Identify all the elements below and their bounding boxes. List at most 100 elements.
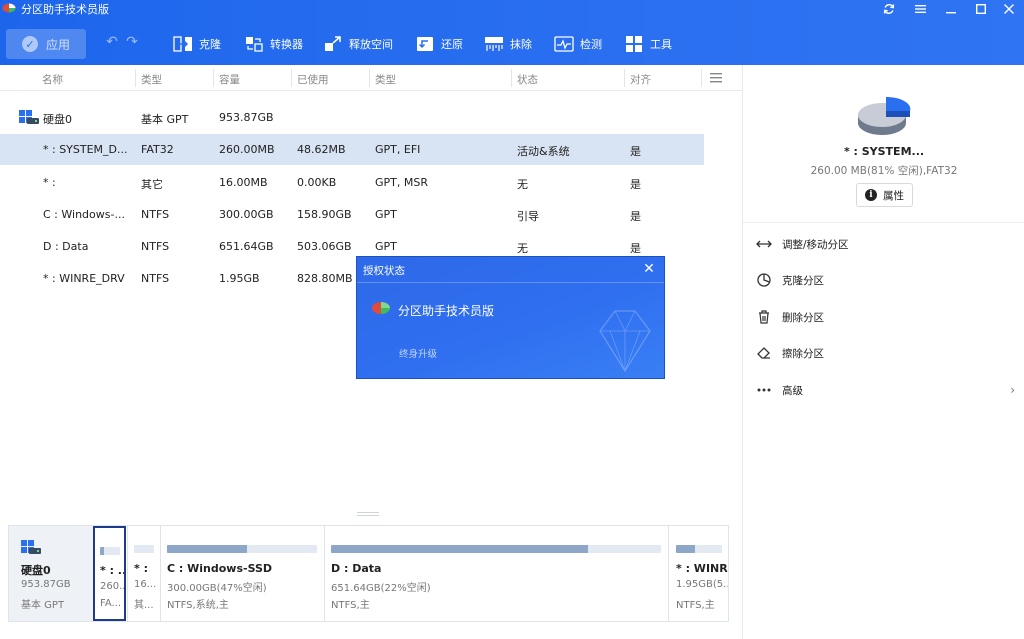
wipe-button[interactable]: 抹除 [484, 32, 532, 56]
partition-block[interactable]: * : WINR... 1.95GB(5... NTFS,主 [668, 526, 728, 621]
cell-status: 活动&系统 [517, 145, 570, 158]
cell-name: C : Windows-... [43, 208, 125, 221]
cell-used: 0.00KB [297, 176, 337, 189]
title-bar: 分区助手技术员版 [0, 0, 1024, 18]
lifetime-upgrade-label: 终身升级 [399, 349, 438, 360]
close-icon[interactable]: ✕ [642, 261, 656, 277]
dialog-divider [357, 282, 664, 283]
cell-used: 828.80MB [297, 272, 353, 285]
disk-map-disk[interactable]: 硬盘0 953.87GB 基本 GPT [9, 526, 93, 621]
clone-icon [173, 35, 193, 53]
partition-block[interactable]: * : ... 260... FA... [93, 526, 126, 621]
app-logo-icon [372, 302, 390, 314]
check-icon [554, 35, 574, 53]
clone-partition-button[interactable]: 克隆分区 [755, 268, 1019, 292]
partition-name: * : WINR... [676, 562, 728, 575]
cell-type: GPT, EFI [375, 143, 421, 156]
advanced-button[interactable]: 高级 › [755, 378, 1019, 402]
table-row[interactable]: * : 其它 16.00MB 0.00KB GPT, MSR 无 是 [0, 167, 704, 198]
cell-type: GPT, MSR [375, 176, 428, 189]
apply-button[interactable]: ✓ 应用 [6, 29, 86, 59]
tools-button[interactable]: 工具 [624, 32, 672, 56]
top-bar: 分区助手技术员版 ✓ 应用 ↶ ↷ 克隆 转换器 释放空间 还原 抹除 检测 工… [0, 0, 1024, 65]
disk-capacity: 953.87GB [219, 111, 274, 124]
disk-name: 硬盘0 [43, 113, 72, 126]
partition-size: 16... [134, 579, 157, 590]
partition-fs: NTFS,系统,主 [167, 600, 229, 611]
delete-partition-button[interactable]: 删除分区 [755, 305, 1019, 329]
converter-button[interactable]: 转换器 [244, 32, 303, 56]
resize-move-label: 调整/移动分区 [782, 238, 849, 251]
header-type[interactable]: 类型 [375, 72, 396, 87]
header-status[interactable]: 状态 [517, 72, 538, 87]
converter-label: 转换器 [270, 38, 303, 51]
cell-name: * : WINRE_DRV [43, 272, 125, 285]
refresh-icon[interactable] [874, 0, 904, 18]
table-row[interactable]: * : SYSTEM_D... FAT32 260.00MB 48.62MB G… [0, 134, 704, 165]
undo-icon[interactable]: ↶ [104, 34, 120, 50]
table-row[interactable]: C : Windows-... NTFS 300.00GB 158.90GB G… [0, 199, 704, 230]
minimize-icon[interactable] [936, 0, 966, 18]
check-button[interactable]: 检测 [554, 32, 602, 56]
cell-align: 是 [630, 145, 641, 158]
menu-icon[interactable] [905, 0, 935, 18]
disk-map: 硬盘0 953.87GB 基本 GPT * : ... 260... FA...… [8, 525, 729, 622]
delete-partition-label: 删除分区 [782, 311, 824, 324]
partition-size: 1.95GB(5... [676, 579, 728, 590]
cell-name: * : SYSTEM_D... [43, 143, 128, 156]
column-settings-icon[interactable] [708, 71, 724, 85]
maximize-icon[interactable] [966, 0, 996, 18]
apply-label: 应用 [45, 37, 70, 52]
header-name[interactable]: 名称 [42, 72, 63, 87]
free-space-icon [323, 35, 343, 53]
column-divider[interactable] [511, 69, 512, 87]
disk-icon [21, 540, 41, 554]
cell-fs: FAT32 [141, 143, 174, 156]
wipe-icon [484, 35, 504, 53]
wipe-partition-button[interactable]: 擦除分区 [755, 341, 1019, 365]
disk-map-type: 基本 GPT [21, 600, 65, 611]
column-divider[interactable] [369, 69, 370, 87]
diamond-icon [599, 310, 651, 373]
cell-status: 无 [517, 242, 528, 255]
partition-block[interactable]: C : Windows-SSD 300.00GB(47%空闲) NTFS,系统,… [160, 526, 324, 621]
header-capacity[interactable]: 容量 [219, 72, 240, 87]
cell-status: 引导 [517, 210, 539, 223]
disk-map-size: 953.87GB [21, 579, 71, 590]
panel-divider [743, 222, 1024, 223]
partition-size: 300.00GB(47%空闲) [167, 583, 267, 594]
partition-name: C : Windows-SSD [167, 562, 273, 575]
disk-type: 基本 GPT [141, 113, 189, 126]
partition-name: * : ... [100, 564, 124, 577]
wipe-label: 抹除 [510, 38, 532, 51]
clone-button[interactable]: 克隆 [173, 32, 221, 56]
partition-name: * : [134, 562, 148, 575]
resize-move-partition-button[interactable]: 调整/移动分区 [755, 232, 1019, 256]
cell-capacity: 16.00MB [219, 176, 268, 189]
panel-splitter[interactable] [357, 512, 379, 516]
cell-used: 48.62MB [297, 143, 346, 156]
partition-block[interactable]: D : Data 651.64GB(22%空闲) NTFS,主 [324, 526, 668, 621]
close-icon[interactable] [994, 0, 1024, 18]
usage-bar-fill [100, 547, 104, 555]
header-align[interactable]: 对齐 [630, 72, 651, 87]
cell-name: D : Data [43, 240, 89, 253]
header-fs[interactable]: 类型 [141, 72, 162, 87]
column-divider[interactable] [213, 69, 214, 87]
column-divider[interactable] [135, 69, 136, 87]
redo-icon[interactable]: ↷ [124, 34, 140, 50]
properties-button[interactable]: i 属性 [856, 183, 913, 207]
header-used[interactable]: 已使用 [297, 72, 329, 87]
partition-usage-pie-icon [858, 96, 911, 135]
partition-block[interactable]: * : 16... 其... [127, 526, 160, 621]
clone-partition-label: 克隆分区 [782, 274, 824, 287]
disk-row[interactable]: 硬盘0 基本 GPT 953.87GB [0, 102, 704, 133]
clone-partition-icon [755, 271, 773, 289]
column-divider[interactable] [701, 69, 702, 87]
free-space-button[interactable]: 释放空间 [323, 32, 393, 56]
app-logo-icon [2, 3, 16, 13]
column-divider[interactable] [291, 69, 292, 87]
column-divider[interactable] [624, 69, 625, 87]
restore-button[interactable]: 还原 [415, 32, 463, 56]
partition-size: 260... [100, 581, 124, 592]
